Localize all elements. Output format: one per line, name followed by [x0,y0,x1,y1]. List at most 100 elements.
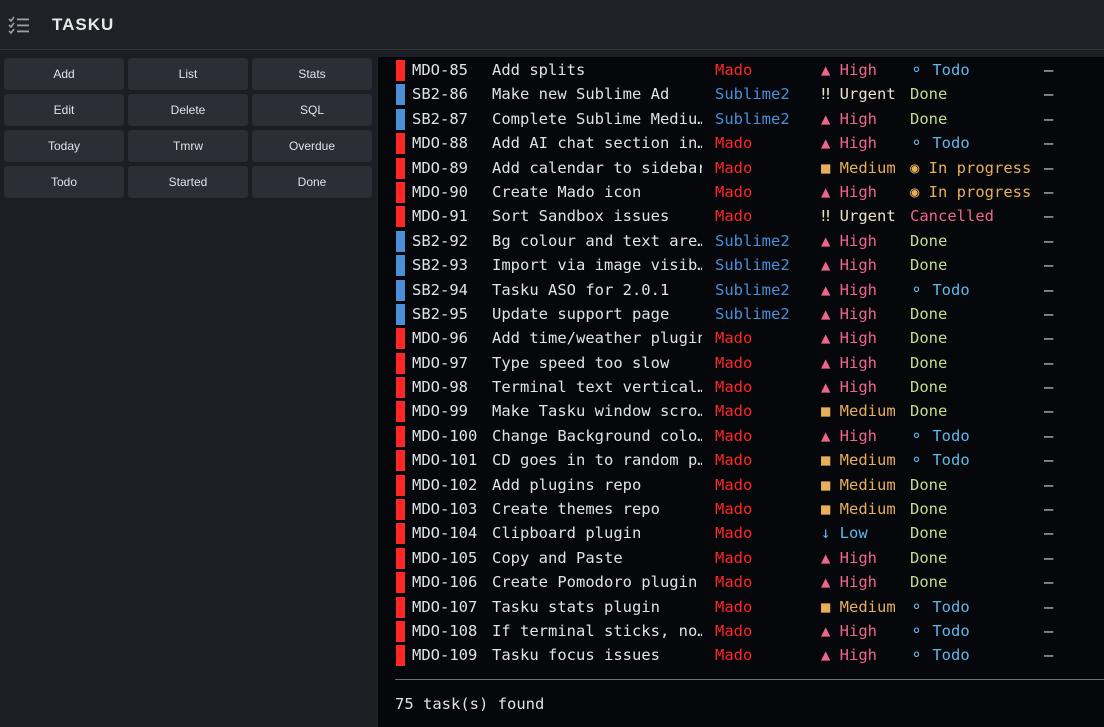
task-row[interactable]: MDO-109 Tasku focus issues Mado ▲ High ⚬ Tod… [378,643,1104,667]
tmrw-button[interactable]: Tmrw [128,130,248,162]
terminal-output[interactable]: MDO-85 Add splits Mado ▲ High ⚬ Todo — SB2-86 M… [378,57,1104,727]
checklist-icon[interactable] [8,16,30,34]
task-due: — [1044,597,1054,616]
task-id: MDO-100 [412,426,478,445]
task-status: Done [910,109,948,128]
task-project: Mado [715,158,753,177]
project-color-bar [396,255,405,277]
task-row[interactable]: MDO-96 Add time/weather plugin Mado ▲ High … [378,326,1104,350]
task-id: SB2-94 [412,280,468,299]
task-row[interactable]: MDO-98 Terminal text vertical… Mado ▲ High … [378,375,1104,399]
task-id: SB2-87 [412,109,468,128]
task-row[interactable]: MDO-108 If terminal sticks, no… Mado ▲ High… [378,619,1104,643]
project-color-bar [396,401,405,423]
done-button[interactable]: Done [252,166,372,198]
task-status: Done [910,304,948,323]
task-row[interactable]: MDO-99 Make Tasku window scro… Mado ■ Mediu… [378,399,1104,423]
task-status: ⚬ Todo [910,134,970,153]
task-row[interactable]: SB2-87 Complete Sublime Mediu… Sublime2 ▲ H… [378,107,1104,131]
task-status: ⚬ Todo [910,280,970,299]
project-color-bar [396,133,405,155]
task-row[interactable]: MDO-106 Create Pomodoro plugin Mado ▲ High … [378,570,1104,594]
task-id: MDO-96 [412,329,468,348]
task-priority: ▲ High [821,61,877,79]
add-button[interactable]: Add [4,58,124,90]
task-project: Mado [715,61,753,79]
task-row[interactable]: MDO-100 Change Background colo… Mado ▲ High… [378,424,1104,448]
task-status: ⚬ Todo [910,451,970,470]
task-title: Change Background colo… [492,426,702,445]
task-row[interactable]: MDO-90 Create Mado icon Mado ▲ High ◉ In pro… [378,180,1104,204]
task-title: Tasku stats plugin [492,597,660,616]
stats-button[interactable]: Stats [252,58,372,90]
task-status: ⚬ Todo [910,646,970,665]
task-title: Complete Sublime Mediu… [492,109,702,128]
task-row[interactable]: MDO-97 Type speed too slow Mado ▲ High Done… [378,351,1104,375]
task-row[interactable]: SB2-86 Make new Sublime Ad Sublime2 ‼ Urgen… [378,82,1104,106]
task-row[interactable]: SB2-93 Import via image visib… Sublime2 ▲ H… [378,253,1104,277]
project-color-bar [396,377,405,399]
task-title: Bg colour and text are… [492,231,702,250]
task-status: Done [910,353,948,372]
task-status: Done [910,256,948,275]
delete-button[interactable]: Delete [128,94,248,126]
project-color-bar [396,499,405,521]
task-row[interactable]: MDO-107 Tasku stats plugin Mado ■ Medium ⚬ T… [378,595,1104,619]
overdue-button[interactable]: Overdue [252,130,372,162]
task-due: — [1044,256,1054,275]
today-button[interactable]: Today [4,130,124,162]
task-priority: ▲ High [821,280,877,299]
task-priority: ■ Medium [821,402,896,421]
task-row[interactable]: MDO-101 CD goes in to random p… Mado ■ Medi… [378,448,1104,472]
task-due: — [1044,182,1054,201]
task-priority: ▲ High [821,426,877,445]
task-row[interactable]: MDO-85 Add splits Mado ▲ High ⚬ Todo — [378,58,1104,82]
project-color-bar [396,279,405,301]
edit-button[interactable]: Edit [4,94,124,126]
task-project: Sublime2 [715,304,790,323]
project-color-bar [396,157,405,179]
task-row[interactable]: MDO-105 Copy and Paste Mado ▲ High Done — [378,546,1104,570]
task-project: Sublime2 [715,231,790,250]
task-due: — [1044,329,1054,348]
task-row[interactable]: MDO-91 Sort Sandbox issues Mado ‼ Urgent Ca… [378,204,1104,228]
task-row[interactable]: MDO-89 Add calendar to sidebar Mado ■ Mediu… [378,156,1104,180]
task-row[interactable]: SB2-92 Bg colour and text are… Sublime2 ▲ H… [378,229,1104,253]
task-title: Type speed too slow [492,353,670,372]
task-due: — [1044,207,1054,226]
project-color-bar [396,303,405,325]
started-button[interactable]: Started [128,166,248,198]
task-status: Done [910,524,948,543]
task-title: Create Mado icon [492,182,642,201]
task-row[interactable]: MDO-88 Add AI chat section in… Mado ▲ High ⚬… [378,131,1104,155]
task-status: Done [910,548,948,567]
task-row[interactable]: MDO-103 Create themes repo Mado ■ Medium Do… [378,497,1104,521]
project-color-bar [396,60,405,81]
task-priority: ▲ High [821,548,877,567]
list-button[interactable]: List [128,58,248,90]
task-project: Mado [715,182,753,201]
task-title: CD goes in to random p… [492,451,702,470]
task-row[interactable]: MDO-102 Add plugins repo Mado ■ Medium Done… [378,473,1104,497]
todo-button[interactable]: Todo [4,166,124,198]
task-project: Mado [715,378,753,397]
task-title: Create themes repo [492,500,660,519]
task-row[interactable]: SB2-95 Update support page Sublime2 ▲ High … [378,302,1104,326]
task-id: SB2-86 [412,85,468,104]
task-status: ⚬ Todo [910,61,970,79]
sql-button[interactable]: SQL [252,94,372,126]
app-title: TASKU [52,14,115,34]
task-project: Sublime2 [715,109,790,128]
task-row[interactable]: SB2-94 Tasku ASO for 2.0.1 Sublime2 ▲ High ⚬… [378,278,1104,302]
task-project: Mado [715,329,753,348]
separator-line [395,679,1104,680]
top-bar: TASKU [0,0,1104,50]
project-color-bar [396,328,405,350]
task-status: ⚬ Todo [910,597,970,616]
task-priority: ▲ High [821,109,877,128]
task-project: Mado [715,475,753,494]
task-id: MDO-98 [412,378,468,397]
task-project: Mado [715,548,753,567]
task-row[interactable]: MDO-104 Clipboard plugin Mado ↓ Low Done — [378,521,1104,545]
task-status: Done [910,573,948,592]
